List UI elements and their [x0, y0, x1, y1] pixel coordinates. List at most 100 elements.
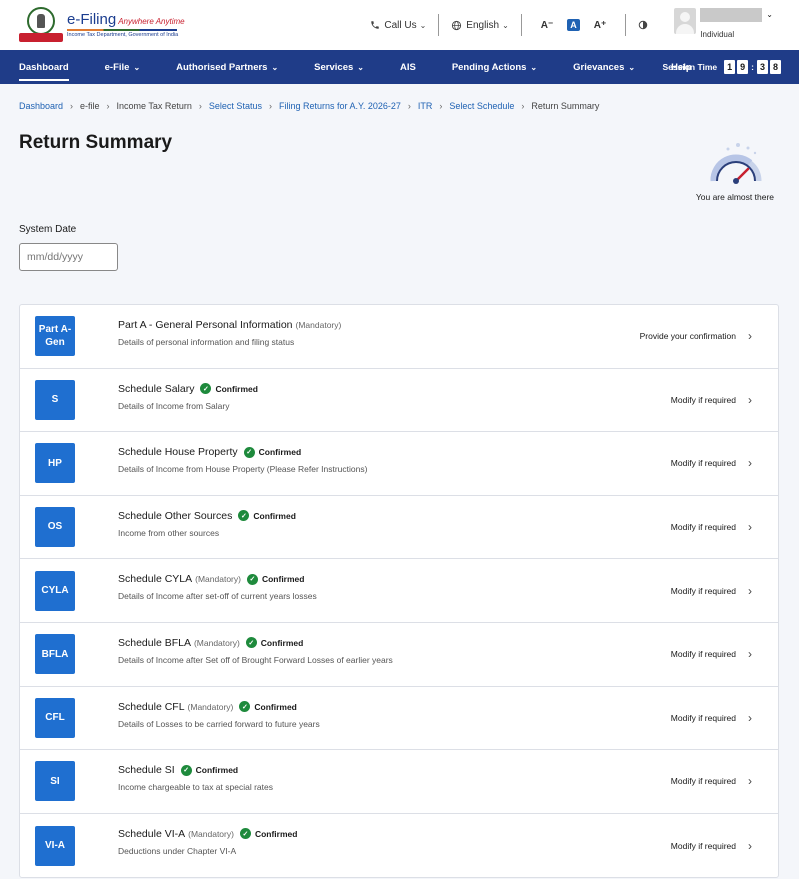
schedule-action-link[interactable]: Modify if required — [671, 496, 736, 559]
chevron-right-icon: › — [521, 101, 525, 111]
schedule-row[interactable]: SI Schedule SI ✓ Confirmed Income chargeable… — [20, 750, 778, 814]
breadcrumb-filing-returns[interactable]: Filing Returns for A.Y. 2026-27 — [279, 101, 401, 111]
breadcrumb-select-status[interactable]: Select Status — [209, 101, 262, 111]
mandatory-label: (Mandatory) — [295, 320, 342, 330]
schedule-row[interactable]: CFL Schedule CFL (Mandatory) ✓ Confirmed Deta… — [20, 687, 778, 751]
confirmed-badge: ✓ Confirmed — [239, 828, 298, 840]
confirmed-badge: ✓ Confirmed — [238, 510, 296, 522]
breadcrumb-dashboard[interactable]: Dashboard — [19, 101, 63, 111]
session-digit: 8 — [770, 60, 781, 74]
font-increase-button[interactable]: A⁺ — [594, 20, 607, 31]
title-row: Return Summary You are almost there — [0, 111, 799, 211]
chevron-right-icon[interactable]: › — [748, 432, 752, 495]
schedule-action-link[interactable]: Modify if required — [671, 623, 736, 686]
nav-authorised-partners[interactable]: Authorised Partners ⌄ — [176, 50, 278, 84]
chevron-right-icon[interactable]: › — [748, 305, 752, 368]
schedule-action-link[interactable]: Modify if required — [671, 432, 736, 495]
chevron-down-icon: ⌄ — [530, 62, 538, 72]
schedule-title: Schedule SI — [118, 764, 175, 777]
font-default-button[interactable]: A — [567, 19, 580, 31]
schedule-title: Schedule Salary — [118, 382, 195, 395]
schedule-action-link[interactable]: Modify if required — [671, 750, 736, 813]
nav-e-file[interactable]: e-File ⌄ — [105, 50, 141, 84]
session-label: Session Time — [662, 62, 718, 72]
schedule-action-link[interactable]: Modify if required — [671, 369, 736, 432]
schedule-title: Schedule CFL — [118, 700, 185, 713]
confirmed-label: Confirmed — [258, 447, 302, 458]
schedule-title: Schedule House Property — [118, 446, 238, 459]
logo-subtitle: Income Tax Department, Government of Ind… — [67, 31, 179, 38]
font-decrease-button[interactable]: A⁻ — [541, 20, 554, 31]
language-select[interactable]: English ⌄ — [439, 15, 521, 35]
session-digit: 9 — [737, 60, 749, 74]
schedule-badge: SI — [35, 761, 75, 802]
check-circle-icon: ✓ — [239, 701, 251, 713]
system-date-input[interactable] — [19, 243, 118, 271]
schedule-row[interactable]: CYLA Schedule CYLA (Mandatory) ✓ Confirmed De… — [20, 559, 778, 623]
mandatory-label: (Mandatory) — [193, 637, 240, 648]
chevron-down-icon: ⌄ — [628, 62, 636, 72]
confirmed-label: Confirmed — [215, 383, 258, 394]
chevron-right-icon[interactable]: › — [748, 496, 752, 559]
schedule-row[interactable]: BFLA Schedule BFLA (Mandatory) ✓ Confirmed De… — [20, 623, 778, 687]
chevron-down-icon: ⌄ — [766, 10, 773, 19]
breadcrumb-select-schedule[interactable]: Select Schedule — [449, 101, 514, 111]
chevron-right-icon[interactable]: › — [748, 559, 752, 622]
schedule-description: Details of personal information and fili… — [118, 337, 295, 347]
confirmed-label: Confirmed — [261, 574, 305, 585]
chevron-right-icon[interactable]: › — [748, 369, 752, 432]
user-role: Individual — [700, 30, 735, 39]
schedule-badge: CYLA — [35, 570, 75, 611]
font-size-controls: A⁻ A A⁺ — [522, 15, 626, 35]
nav-services[interactable]: Services ⌄ — [314, 50, 364, 84]
schedule-row[interactable]: VI-A Schedule VI-A (Mandatory) ✓ Confirmed De… — [20, 814, 778, 878]
schedule-action-link[interactable]: Modify if required — [671, 814, 736, 878]
confirmed-label: Confirmed — [254, 828, 298, 839]
avatar — [674, 8, 697, 34]
contrast-icon — [639, 20, 648, 30]
main-nav: Dashboard e-File ⌄ Authorised Partners ⌄ S… — [0, 50, 799, 84]
breadcrumb-itr[interactable]: ITR — [418, 101, 433, 111]
chevron-down-icon: ⌄ — [133, 62, 141, 72]
logo-text: e-Filing Anywhere Anytime Income Tax Depa… — [67, 12, 185, 39]
breadcrumb-e-file: e-file — [80, 101, 100, 111]
chevron-right-icon[interactable]: › — [748, 750, 752, 813]
logo-title: e-Filing — [67, 10, 117, 28]
confirmed-badge: ✓ Confirmed — [246, 573, 305, 585]
schedule-action-link[interactable]: Modify if required — [671, 687, 736, 750]
schedule-badge: S — [35, 379, 75, 420]
chevron-down-icon: ⌄ — [502, 20, 509, 30]
schedule-badge: CFL — [35, 697, 75, 738]
phone-icon — [371, 21, 380, 29]
chevron-right-icon[interactable]: › — [748, 687, 752, 750]
session-digit: 3 — [757, 60, 768, 74]
session-timer: Session Time 1 9 : 3 8 — [662, 50, 781, 84]
schedule-action-link[interactable]: Modify if required — [671, 559, 736, 622]
nav-ais[interactable]: AIS — [400, 50, 416, 84]
confirmed-badge: ✓ Confirmed — [243, 446, 302, 458]
chevron-right-icon: › — [439, 101, 443, 111]
call-us-button[interactable]: Call Us ⌄ — [358, 15, 438, 35]
chevron-right-icon[interactable]: › — [748, 623, 752, 686]
breadcrumb-income-tax-return: Income Tax Return — [116, 101, 192, 111]
efiling-logo[interactable]: e-Filing Anywhere Anytime Income Tax Depa… — [19, 7, 189, 43]
chevron-right-icon[interactable]: › — [748, 814, 752, 878]
globe-icon — [452, 20, 462, 30]
chevron-down-icon: ⌄ — [357, 62, 364, 72]
contrast-toggle[interactable] — [626, 15, 660, 35]
schedule-row[interactable]: OS Schedule Other Sources ✓ Confirmed Income… — [20, 496, 778, 560]
nav-pending-actions[interactable]: Pending Actions ⌄ — [452, 50, 537, 84]
schedule-row[interactable]: HP Schedule House Property ✓ Confirmed Detai… — [20, 432, 778, 496]
page-title: Return Summary — [19, 132, 173, 153]
nav-dashboard[interactable]: Dashboard — [19, 50, 69, 84]
chevron-right-icon: › — [198, 101, 202, 111]
check-circle-icon: ✓ — [246, 573, 258, 585]
nav-grievances[interactable]: Grievances ⌄ — [573, 50, 635, 84]
schedule-badge: OS — [35, 507, 75, 548]
schedule-row[interactable]: Part A- Gen Part A - General Personal Info… — [20, 305, 778, 369]
schedule-action-link[interactable]: Provide your confirmation — [640, 305, 736, 368]
user-menu[interactable]: Individual ⌄ — [660, 8, 773, 42]
top-header: e-Filing Anywhere Anytime Income Tax Depa… — [0, 0, 799, 50]
schedule-row[interactable]: S Schedule Salary ✓ Confirmed Details of Inc… — [20, 369, 778, 433]
schedule-badge: VI-A — [35, 825, 75, 866]
